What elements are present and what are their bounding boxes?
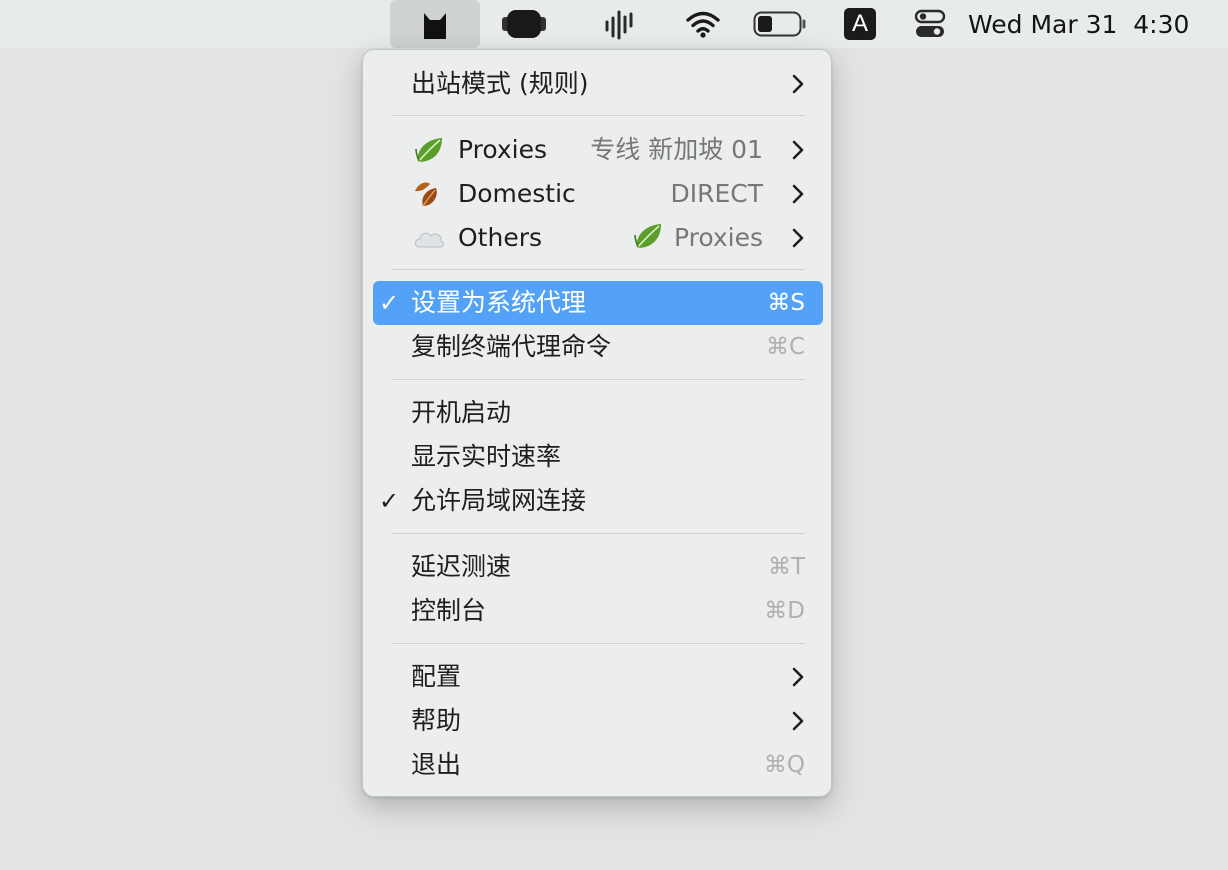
clashx-dropdown-menu: 出站模式 (规则) Proxies 专线 新加坡 01 Domestic DIR… [362,49,832,797]
menu-item-label: 退出 [411,750,462,779]
wifi-icon [686,11,720,38]
chevron-right-icon [792,228,804,248]
menu-item-label: 开机启动 [411,398,512,427]
battery-menu-extra[interactable] [752,0,808,48]
clashx-cat-icon [424,13,446,39]
menu-item-value: DIRECT [670,179,763,208]
menu-item-show-speed[interactable]: 显示实时速率 [373,435,823,479]
menu-separator [391,533,805,534]
leaf-icon [634,224,661,249]
menubar-clock[interactable]: Wed Mar 31 4:30 [968,0,1208,48]
menu-item-latency-test[interactable]: 延迟测速 ⌘T [373,545,823,589]
menu-item-label: Others [458,223,543,252]
control-center-icon [914,9,946,37]
menu-item-group-domestic[interactable]: Domestic DIRECT [373,172,823,216]
chevron-right-icon [792,711,804,731]
menu-item-label: 帮助 [411,706,462,735]
menu-item-label: 配置 [411,662,462,691]
keyboard-shortcut: ⌘C [765,334,805,360]
checkmark-icon: ✓ [379,487,400,515]
chevron-right-icon [792,184,804,204]
menu-item-copy-terminal-command[interactable]: 复制终端代理命令 ⌘C [373,325,823,369]
menu-item-group-proxies[interactable]: Proxies 专线 新加坡 01 [373,128,823,172]
menu-item-label: 设置为系统代理 [411,288,587,317]
menu-item-allow-lan[interactable]: ✓ 允许局域网连接 [373,479,823,523]
menu-bar: A Wed Mar 31 4:30 [0,0,1228,48]
menu-item-value: Proxies [673,223,763,252]
menu-item-label: 允许局域网连接 [411,486,587,515]
menu-item-config[interactable]: 配置 [373,655,823,699]
menu-item-value: 专线 新加坡 01 [590,135,763,164]
audio-waveform-icon [605,10,633,40]
menu-item-group-others[interactable]: Others Proxies [373,216,823,260]
menu-item-label: 显示实时速率 [411,442,562,471]
chevron-right-icon [792,140,804,160]
menu-separator [391,115,805,116]
headset-menu-extra[interactable] [500,0,548,48]
menu-item-set-system-proxy[interactable]: ✓ 设置为系统代理 ⌘S [373,281,823,325]
menu-item-label: 出站模式 (规则) [411,69,589,98]
battery-icon [753,11,806,37]
keyboard-shortcut: ⌘T [767,554,805,580]
leaf-icon [415,138,442,163]
keyboard-shortcut: ⌘S [767,290,805,316]
menu-item-value-wrapper: Proxies [632,216,763,260]
keyboard-shortcut: ⌘D [764,598,805,624]
sound-menu-extra[interactable] [600,0,640,48]
chevron-right-icon [792,667,804,687]
menu-separator [391,379,805,380]
menu-item-outbound-mode[interactable]: 出站模式 (规则) [373,62,823,106]
menu-separator [391,643,805,644]
clashx-menu-extra[interactable] [390,0,480,48]
menu-item-label: 复制终端代理命令 [411,332,612,361]
menu-item-label: Domestic [458,179,576,208]
menu-item-label: 控制台 [411,596,487,625]
wifi-menu-extra[interactable] [682,0,724,48]
input-source-label: A [851,10,868,37]
fallen-leaf-icon [415,182,437,207]
menu-item-label: 延迟测速 [411,552,512,581]
keyboard-shortcut: ⌘Q [763,752,805,778]
menu-item-help[interactable]: 帮助 [373,699,823,743]
menu-item-quit[interactable]: 退出 ⌘Q [373,743,823,787]
checkmark-icon: ✓ [379,289,400,317]
headset-icon [502,10,546,38]
menu-item-launch-at-login[interactable]: 开机启动 [373,391,823,435]
menu-item-dashboard[interactable]: 控制台 ⌘D [373,589,823,633]
control-center-menu-extra[interactable] [910,0,950,48]
cloud-icon [414,232,444,248]
chevron-right-icon [792,74,804,94]
input-source-icon: A [844,8,876,40]
input-source-menu-extra[interactable]: A [840,0,880,48]
menu-item-label: Proxies [458,135,548,164]
menu-separator [391,269,805,270]
